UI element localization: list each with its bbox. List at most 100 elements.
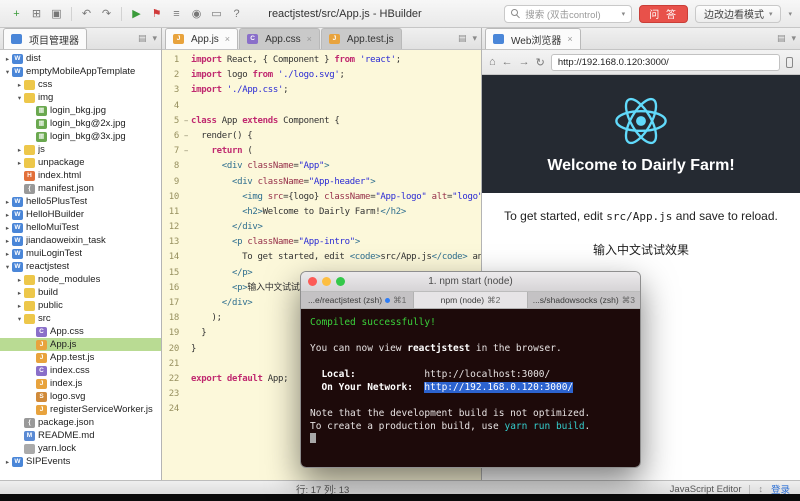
tree-item-README.md[interactable]: M README.md bbox=[0, 429, 161, 442]
tree-item-helloMuiTest[interactable]: ▸ WhelloMuiTest bbox=[0, 221, 161, 234]
close-tab-icon[interactable]: × bbox=[567, 34, 572, 44]
tree-item-yarn.lock[interactable]: yarn.lock bbox=[0, 442, 161, 455]
zoom-window-icon[interactable] bbox=[336, 277, 345, 286]
tab-project-manager[interactable]: 项目管理器 bbox=[3, 28, 87, 49]
editor-type-label[interactable]: JavaScript Editor bbox=[670, 484, 742, 495]
close-tab-icon[interactable]: × bbox=[225, 34, 230, 44]
minimize-window-icon[interactable] bbox=[322, 277, 331, 286]
tree-item-login_bkg@3x.jpg[interactable]: ▦ login_bkg@3x.jpg bbox=[0, 130, 161, 143]
tree-item-HelloHBuilder[interactable]: ▸ W HelloHBuilder bbox=[0, 208, 161, 221]
tree-item-registerServiceWorker.js[interactable]: JregisterServiceWorker.js bbox=[0, 403, 161, 416]
flag-icon[interactable]: ⚑ bbox=[148, 7, 165, 20]
expand-arrow-icon[interactable]: ▸ bbox=[3, 458, 12, 466]
expand-arrow-icon[interactable]: ▸ bbox=[3, 237, 12, 245]
terminal-tab-⌘1[interactable]: ...e/reactjstest (zsh) ⌘1 bbox=[301, 292, 415, 308]
collapse-arrow-icon[interactable]: ▾ bbox=[3, 68, 12, 76]
editor-tab-App.test.js[interactable]: J App.test.js bbox=[320, 28, 402, 49]
tree-item-index.js[interactable]: Jindex.js bbox=[0, 377, 161, 390]
expand-arrow-icon[interactable]: ▸ bbox=[3, 198, 12, 206]
fold-icon[interactable]: − bbox=[181, 114, 191, 129]
undo-icon[interactable]: ↶ bbox=[78, 7, 95, 20]
terminal-tab-⌘2[interactable]: npm (node) ⌘2 bbox=[414, 292, 528, 308]
tree-item-unpackage[interactable]: ▸ unpackage bbox=[0, 156, 161, 169]
expand-arrow-icon[interactable]: ▸ bbox=[3, 211, 12, 219]
expand-arrow-icon[interactable]: ▸ bbox=[3, 55, 12, 63]
new-file-icon[interactable]: + bbox=[8, 8, 25, 20]
mode-dropdown[interactable]: 边改边看模式 ▾ bbox=[694, 4, 782, 23]
device-icon[interactable]: ▭ bbox=[208, 7, 225, 20]
save-icon[interactable]: ▣ bbox=[48, 7, 65, 20]
tree-item-App.test.js[interactable]: J App.test.js bbox=[0, 351, 161, 364]
expand-arrow-icon[interactable]: ▸ bbox=[15, 276, 24, 284]
panel-collapse-icon[interactable]: ▾ bbox=[152, 33, 157, 44]
home-icon[interactable]: ⌂ bbox=[489, 56, 496, 68]
terminal-titlebar[interactable]: 1. npm start (node) bbox=[301, 272, 640, 292]
close-window-icon[interactable] bbox=[308, 277, 317, 286]
panel-collapse-icon[interactable]: ▾ bbox=[791, 33, 796, 44]
tree-item-index.css[interactable]: Cindex.css bbox=[0, 364, 161, 377]
tree-item-src[interactable]: ▾ src bbox=[0, 312, 161, 325]
tree-item-App.css[interactable]: C App.css bbox=[0, 325, 161, 338]
tree-item-hello5PlusTest[interactable]: ▸ Whello5PlusTest bbox=[0, 195, 161, 208]
format-icon[interactable]: ≡ bbox=[168, 8, 185, 20]
mobile-device-icon[interactable] bbox=[786, 56, 793, 68]
close-tab-icon[interactable]: × bbox=[307, 34, 312, 44]
terminal-window[interactable]: 1. npm start (node) ...e/reactjstest (zs… bbox=[300, 271, 641, 468]
tree-item-login_bkg.jpg[interactable]: ▦ login_bkg.jpg bbox=[0, 104, 161, 117]
code-line: 11 <h2>Welcome to Dairly Farm!</h2> bbox=[162, 205, 481, 220]
collapse-arrow-icon[interactable]: ▾ bbox=[15, 94, 24, 102]
tree-item-css[interactable]: ▸ css bbox=[0, 78, 161, 91]
terminal-output[interactable]: Compiled successfully! You can now view r… bbox=[301, 309, 640, 467]
panel-collapse-icon[interactable]: ▾ bbox=[472, 33, 477, 44]
tree-item-public[interactable]: ▸ public bbox=[0, 299, 161, 312]
search-scope-caret-icon[interactable]: ▾ bbox=[622, 10, 626, 18]
tab-web-browser[interactable]: Web浏览器 × bbox=[485, 28, 581, 49]
tree-item-muiLoginTest[interactable]: ▸ WmuiLoginTest bbox=[0, 247, 161, 260]
collapse-arrow-icon[interactable]: ▾ bbox=[3, 263, 12, 271]
tree-item-logo.svg[interactable]: Slogo.svg bbox=[0, 390, 161, 403]
tree-item-manifest.json[interactable]: {manifest.json bbox=[0, 182, 161, 195]
tree-item-App.js[interactable]: J App.js bbox=[0, 338, 161, 351]
expand-arrow-icon[interactable]: ▸ bbox=[3, 224, 12, 232]
url-bar[interactable]: http://192.168.0.120:3000/ bbox=[550, 53, 780, 71]
tree-item-reactjstest[interactable]: ▾ Wreactjstest bbox=[0, 260, 161, 273]
panel-menu-icon[interactable]: ▤ bbox=[458, 33, 467, 44]
tree-item-index.html[interactable]: Hindex.html bbox=[0, 169, 161, 182]
expand-arrow-icon[interactable]: ▸ bbox=[15, 302, 24, 310]
refresh-icon[interactable]: ↻ bbox=[536, 56, 545, 69]
tree-item-node_modules[interactable]: ▸ node_modules bbox=[0, 273, 161, 286]
panel-menu-icon[interactable]: ▤ bbox=[777, 33, 786, 44]
qa-button[interactable]: 问 答 bbox=[639, 4, 688, 23]
tree-item-jiandaoweixin_task[interactable]: ▸ Wjiandaoweixin_task bbox=[0, 234, 161, 247]
forward-icon[interactable]: → bbox=[519, 56, 530, 68]
back-icon[interactable]: ← bbox=[502, 56, 513, 68]
tree-item-dist[interactable]: ▸ Wdist bbox=[0, 52, 161, 65]
open-file-icon[interactable]: ⊞ bbox=[28, 7, 45, 20]
tree-item-SIPEvents[interactable]: ▸ W SIPEvents bbox=[0, 455, 161, 468]
expand-arrow-icon[interactable]: ▸ bbox=[15, 81, 24, 89]
terminal-tab-⌘3[interactable]: ...s/shadowsocks (zsh) ⌘3 bbox=[527, 292, 640, 308]
tree-item-login_bkg@2x.jpg[interactable]: ▦ login_bkg@2x.jpg bbox=[0, 117, 161, 130]
expand-arrow-icon[interactable]: ▸ bbox=[15, 289, 24, 297]
collapse-arrow-icon[interactable]: ▾ bbox=[15, 315, 24, 323]
fold-icon[interactable]: − bbox=[181, 129, 191, 144]
preview-icon[interactable]: ◉ bbox=[188, 7, 205, 20]
expand-arrow-icon[interactable]: ▸ bbox=[3, 250, 12, 258]
editor-tab-App.css[interactable]: C App.css × bbox=[239, 28, 320, 49]
tree-item-img[interactable]: ▾ img bbox=[0, 91, 161, 104]
expand-arrow-icon[interactable]: ▸ bbox=[15, 159, 24, 167]
sync-icon[interactable]: ↕ bbox=[758, 484, 763, 494]
tree-item-package.json[interactable]: {package.json bbox=[0, 416, 161, 429]
tree-item-build[interactable]: ▸ build bbox=[0, 286, 161, 299]
toolbar-overflow-icon[interactable]: ▾ bbox=[788, 10, 792, 18]
tree-item-emptyMobileAppTemplate[interactable]: ▾ WemptyMobileAppTemplate bbox=[0, 65, 161, 78]
fold-icon[interactable]: − bbox=[181, 144, 191, 159]
redo-icon[interactable]: ↷ bbox=[98, 7, 115, 20]
tree-item-js[interactable]: ▸ js bbox=[0, 143, 161, 156]
search-input[interactable]: 搜索 (双击control) ▾ bbox=[504, 4, 633, 23]
expand-arrow-icon[interactable]: ▸ bbox=[15, 146, 24, 154]
run-icon[interactable]: ▶ bbox=[128, 7, 145, 20]
panel-menu-icon[interactable]: ▤ bbox=[138, 33, 147, 44]
help-icon[interactable]: ? bbox=[228, 8, 245, 20]
editor-tab-App.js[interactable]: J App.js × bbox=[165, 28, 239, 49]
